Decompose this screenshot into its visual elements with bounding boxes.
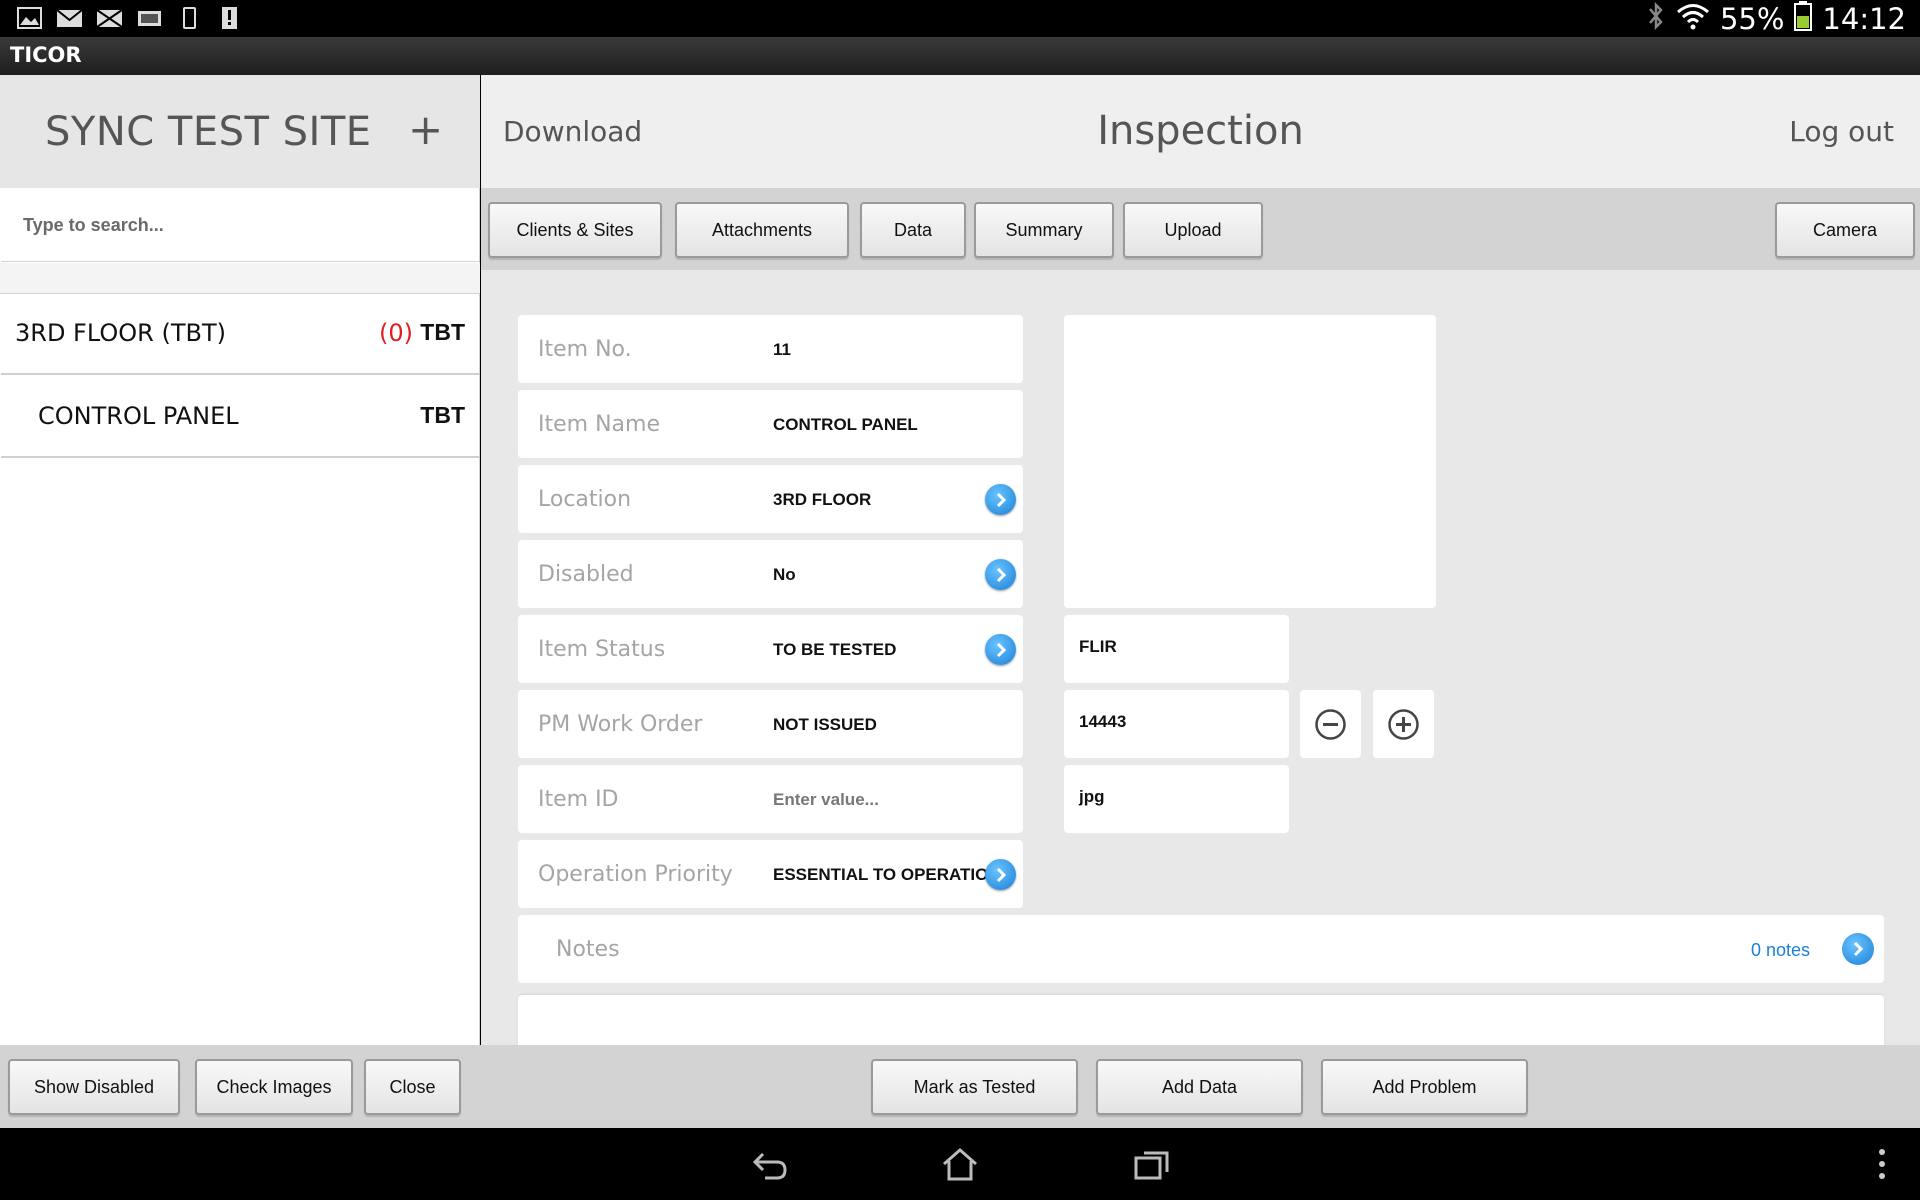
add-problem-button[interactable]: Add Problem <box>1321 1059 1528 1115</box>
tree-item-label: CONTROL PANEL <box>38 402 239 430</box>
problem-count: (0) <box>379 319 413 347</box>
clock: 14:12 <box>1822 1 1906 36</box>
page-title: Inspection <box>1097 108 1304 154</box>
field-label: Item Status <box>538 637 666 662</box>
wifi-icon <box>1676 2 1710 35</box>
field-operation-priority[interactable]: Operation Priority ESSENTIAL TO OPERATIO… <box>518 840 1023 908</box>
next-row-partial[interactable] <box>518 995 1884 1045</box>
tab-upload[interactable]: Upload <box>1123 202 1263 258</box>
tree-item-3rd-floor[interactable]: 3RD FLOOR (TBT) (0) TBT <box>1 294 479 375</box>
email-closed-icon <box>96 6 123 30</box>
battery-percent: 55% <box>1719 1 1785 36</box>
alert-sd-icon <box>216 6 243 30</box>
field-value: 11 <box>773 340 791 359</box>
notification-icons <box>16 6 243 30</box>
search-input[interactable] <box>1 189 479 261</box>
field-item-name[interactable]: Item Name CONTROL PANEL <box>518 390 1023 458</box>
tree-item-control-panel[interactable]: CONTROL PANEL TBT <box>1 377 479 458</box>
field-label: Item Name <box>538 412 660 437</box>
camera-button[interactable]: Camera <box>1775 202 1915 258</box>
mark-as-tested-button[interactable]: Mark as Tested <box>871 1059 1078 1115</box>
toolbar: Clients & Sites Attachments Data Summary… <box>481 188 1920 270</box>
show-disabled-button[interactable]: Show Disabled <box>8 1059 180 1115</box>
back-icon[interactable] <box>749 1146 789 1182</box>
field-pm-work-order[interactable]: PM Work Order NOT ISSUED <box>518 690 1023 758</box>
chevron-right-icon[interactable] <box>1842 933 1874 965</box>
chevron-right-icon[interactable] <box>985 634 1016 665</box>
field-placeholder: Enter value... <box>773 790 879 809</box>
field-value: ESSENTIAL TO OPERATION <box>773 865 1001 884</box>
tab-clients-sites[interactable]: Clients & Sites <box>488 202 662 258</box>
home-icon[interactable] <box>940 1146 980 1182</box>
system-tray: 55% 14:12 <box>1646 0 1906 37</box>
status-badge: TBT <box>420 319 465 345</box>
app-title: TICOR <box>10 43 82 67</box>
main-header: Inspection Download Log out <box>481 75 1920 188</box>
battery-icon <box>1794 1 1813 36</box>
field-label: PM Work Order <box>538 712 703 737</box>
check-images-button[interactable]: Check Images <box>195 1059 353 1115</box>
field-item-no[interactable]: Item No. 11 <box>518 315 1023 383</box>
download-link[interactable]: Download <box>503 115 642 148</box>
add-button[interactable]: + <box>408 105 443 154</box>
field-item-status[interactable]: Item Status TO BE TESTED <box>518 615 1023 683</box>
logout-link[interactable]: Log out <box>1789 115 1894 148</box>
field-value: NOT ISSUED <box>773 715 877 734</box>
sidebar-header: SYNC TEST SITE + <box>0 75 480 188</box>
tree-divider <box>0 263 480 294</box>
bluetooth-icon <box>1646 1 1666 36</box>
field-label: Item No. <box>538 337 632 362</box>
status-badge: TBT <box>420 402 465 428</box>
chevron-right-icon[interactable] <box>985 859 1016 890</box>
field-label: Item ID <box>538 787 619 812</box>
camera-type-field[interactable]: FLIR <box>1064 615 1289 683</box>
minus-circle-icon <box>1315 708 1346 740</box>
add-data-button[interactable]: Add Data <box>1096 1059 1303 1115</box>
decrement-button[interactable] <box>1300 690 1361 758</box>
plus-circle-icon <box>1388 708 1419 740</box>
field-disabled[interactable]: Disabled No <box>518 540 1023 608</box>
site-name: SYNC TEST SITE <box>45 109 372 155</box>
device-icon <box>176 6 203 30</box>
tab-data[interactable]: Data <box>860 202 966 258</box>
close-button[interactable]: Close <box>364 1059 461 1115</box>
file-extension-field[interactable]: jpg <box>1064 765 1289 833</box>
field-value: jpg <box>1079 787 1105 806</box>
field-label: Location <box>538 487 632 512</box>
field-value: TO BE TESTED <box>773 640 897 659</box>
chevron-right-icon[interactable] <box>985 559 1016 590</box>
notes-count: 0 notes <box>1750 940 1810 960</box>
notes-row[interactable]: Notes 0 notes <box>518 915 1884 983</box>
field-location[interactable]: Location 3RD FLOOR <box>518 465 1023 533</box>
app-title-bar: TICOR <box>0 37 1920 75</box>
field-value: CONTROL PANEL <box>773 415 918 434</box>
field-value: No <box>773 565 796 584</box>
search-box <box>1 189 479 262</box>
image-number-field[interactable]: 14443 <box>1064 690 1289 758</box>
gallery-icon <box>16 6 43 30</box>
overflow-menu-icon[interactable] <box>1862 1146 1902 1182</box>
field-label: Operation Priority <box>538 862 733 887</box>
recent-apps-icon[interactable] <box>1132 1146 1172 1182</box>
field-label: Disabled <box>538 562 634 587</box>
notes-label: Notes <box>556 937 620 962</box>
image-preview[interactable] <box>1064 315 1436 608</box>
field-value: 14443 <box>1079 712 1127 731</box>
tab-summary[interactable]: Summary <box>974 202 1114 258</box>
chevron-right-icon[interactable] <box>985 484 1016 515</box>
field-value: FLIR <box>1079 637 1117 656</box>
email-icon <box>56 6 83 30</box>
increment-button[interactable] <box>1373 690 1434 758</box>
status-bar: 55% 14:12 <box>0 0 1920 37</box>
tab-attachments[interactable]: Attachments <box>675 202 849 258</box>
inspection-form: Item No. 11 Item Name CONTROL PANEL Loca… <box>481 270 1920 1045</box>
system-nav-bar <box>0 1128 1920 1200</box>
bottom-action-bar: Show Disabled Check Images Close Mark as… <box>0 1045 1920 1128</box>
field-item-id[interactable]: Item ID Enter value... <box>518 765 1023 833</box>
sidebar: SYNC TEST SITE + 3RD FLOOR (TBT) (0) TBT… <box>0 75 480 1045</box>
tree-item-label: 3RD FLOOR (TBT) <box>15 319 226 347</box>
field-value: 3RD FLOOR <box>773 490 872 509</box>
card-icon <box>136 6 163 30</box>
